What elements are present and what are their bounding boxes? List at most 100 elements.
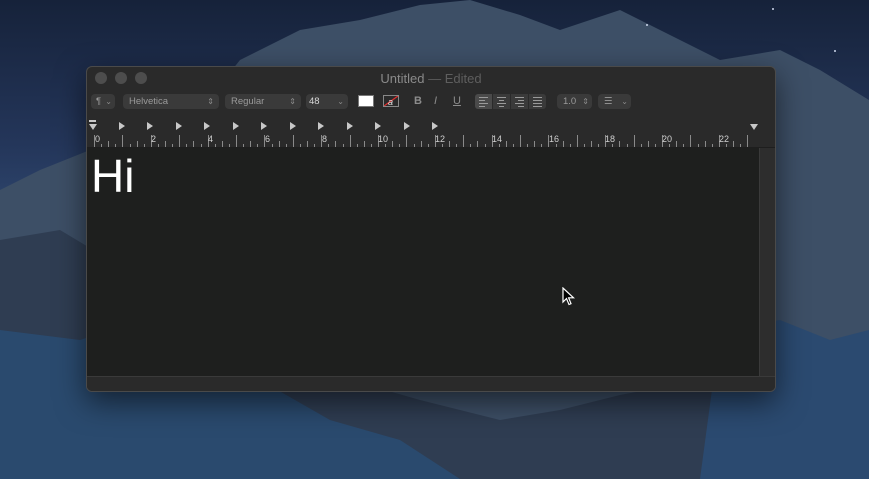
chevron-down-icon: ⌄ xyxy=(105,97,112,106)
align-center-button[interactable] xyxy=(493,94,510,109)
ruler-tick xyxy=(697,144,699,147)
ruler-tick xyxy=(470,144,472,147)
ruler-tick xyxy=(477,141,479,147)
paragraph-icon: ¶ xyxy=(96,96,102,107)
ruler-tick xyxy=(598,144,600,147)
ruler-tick xyxy=(576,135,578,147)
ruler[interactable]: 0 2 4 6 8 10 12 14 16 18 20 22 xyxy=(87,115,775,148)
right-indent-marker[interactable] xyxy=(750,124,758,130)
tab-stop[interactable] xyxy=(432,122,438,130)
background-color-well[interactable]: a xyxy=(383,95,399,107)
ruler-tick xyxy=(236,135,237,147)
window-title: Untitled — Edited xyxy=(87,71,775,86)
align-left-button[interactable] xyxy=(475,94,492,109)
ruler-tick xyxy=(271,144,273,147)
ruler-tick xyxy=(243,144,245,147)
chevron-down-icon: ⌄ xyxy=(621,97,628,106)
ruler-label: 18 xyxy=(605,134,616,144)
ruler-tick xyxy=(165,141,166,147)
updown-chevron-icon: ⇕ xyxy=(207,97,214,106)
no-color-icon: a xyxy=(384,96,398,106)
typeface-popup[interactable]: Regular ⇕ xyxy=(225,94,301,109)
ruler-tick xyxy=(711,144,713,147)
document-text[interactable]: Hi xyxy=(91,150,134,202)
left-indent-marker[interactable] xyxy=(89,124,97,130)
ruler-label: 8 xyxy=(322,134,328,144)
underline-button[interactable]: U xyxy=(453,94,461,109)
svg-text:a: a xyxy=(388,97,393,106)
document-text-area[interactable]: Hi xyxy=(87,148,759,376)
ruler-tick xyxy=(669,144,671,147)
ruler-tick xyxy=(115,144,117,147)
ruler-tick xyxy=(541,144,543,147)
line-spacing-popup[interactable]: 1.0 ⇕ xyxy=(557,94,592,109)
tab-stop[interactable] xyxy=(176,122,182,130)
tab-stop[interactable] xyxy=(147,122,153,130)
ruler-tick xyxy=(157,144,159,147)
ruler-tick xyxy=(399,144,401,147)
ruler-tick xyxy=(591,141,592,147)
font-family-popup[interactable]: Helvetica ⇕ xyxy=(123,94,219,109)
ruler-tick xyxy=(406,135,408,147)
ruler-tick xyxy=(740,144,742,147)
ruler-tick xyxy=(569,144,571,147)
ruler-tick xyxy=(385,144,387,147)
ruler-tick xyxy=(285,144,287,147)
star xyxy=(834,50,836,52)
horizontal-scroll-area[interactable] xyxy=(87,376,775,391)
ruler-tick xyxy=(505,141,507,147)
ruler-tick xyxy=(463,135,465,147)
font-size-combo[interactable]: 48 ⌄ xyxy=(306,94,348,109)
updown-chevron-icon: ⇕ xyxy=(289,97,296,106)
ruler-label: 2 xyxy=(151,134,157,144)
ruler-tick xyxy=(172,144,174,147)
ruler-tick xyxy=(299,144,301,147)
ruler-label: 4 xyxy=(208,134,214,144)
italic-button[interactable]: I xyxy=(434,94,437,109)
ruler-tick xyxy=(640,144,642,147)
tab-stop[interactable] xyxy=(318,122,324,130)
ruler-tick xyxy=(441,144,443,147)
ruler-tick xyxy=(314,144,316,147)
star xyxy=(772,8,774,10)
tab-stop[interactable] xyxy=(119,122,125,130)
ruler-tick xyxy=(456,144,458,147)
ruler-tick xyxy=(122,135,124,147)
ruler-label: 10 xyxy=(378,134,389,144)
bold-button[interactable]: B xyxy=(414,94,422,109)
titlebar[interactable]: Untitled — Edited xyxy=(87,67,775,89)
tab-stop[interactable] xyxy=(204,122,210,130)
ruler-tick xyxy=(356,144,358,147)
justify-button[interactable] xyxy=(529,94,546,109)
ruler-tick xyxy=(129,144,131,147)
ruler-tick xyxy=(633,135,635,147)
align-right-button[interactable] xyxy=(511,94,528,109)
ruler-tick xyxy=(307,141,308,147)
font-family-label: Helvetica xyxy=(129,96,169,107)
ruler-tick xyxy=(228,144,230,147)
paragraph-style-popup[interactable]: ¶ ⌄ xyxy=(91,94,115,109)
vertical-scrollbar[interactable] xyxy=(759,148,775,376)
ruler-tick xyxy=(654,144,656,147)
tab-stop[interactable] xyxy=(261,122,267,130)
ruler-tick xyxy=(427,144,429,147)
typeface-label: Regular xyxy=(231,96,265,107)
tab-stop[interactable] xyxy=(347,122,353,130)
ruler-tick xyxy=(200,144,202,147)
ruler-tick xyxy=(342,144,344,147)
tab-stop[interactable] xyxy=(404,122,410,130)
ruler-tick xyxy=(292,135,294,147)
tab-stop[interactable] xyxy=(290,122,296,130)
first-line-indent-marker[interactable] xyxy=(89,120,96,122)
ruler-tick xyxy=(420,141,422,147)
tab-stop[interactable] xyxy=(375,122,381,130)
ruler-label: 16 xyxy=(549,134,560,144)
ruler-tick xyxy=(449,141,450,147)
ruler-tick xyxy=(612,144,614,147)
ruler-tick xyxy=(534,141,536,147)
tab-stop[interactable] xyxy=(233,122,239,130)
text-color-well[interactable] xyxy=(358,95,374,107)
ruler-tick xyxy=(527,144,529,147)
ruler-tick xyxy=(278,141,280,147)
list-style-popup[interactable]: ☰ ⌄ xyxy=(598,94,631,109)
